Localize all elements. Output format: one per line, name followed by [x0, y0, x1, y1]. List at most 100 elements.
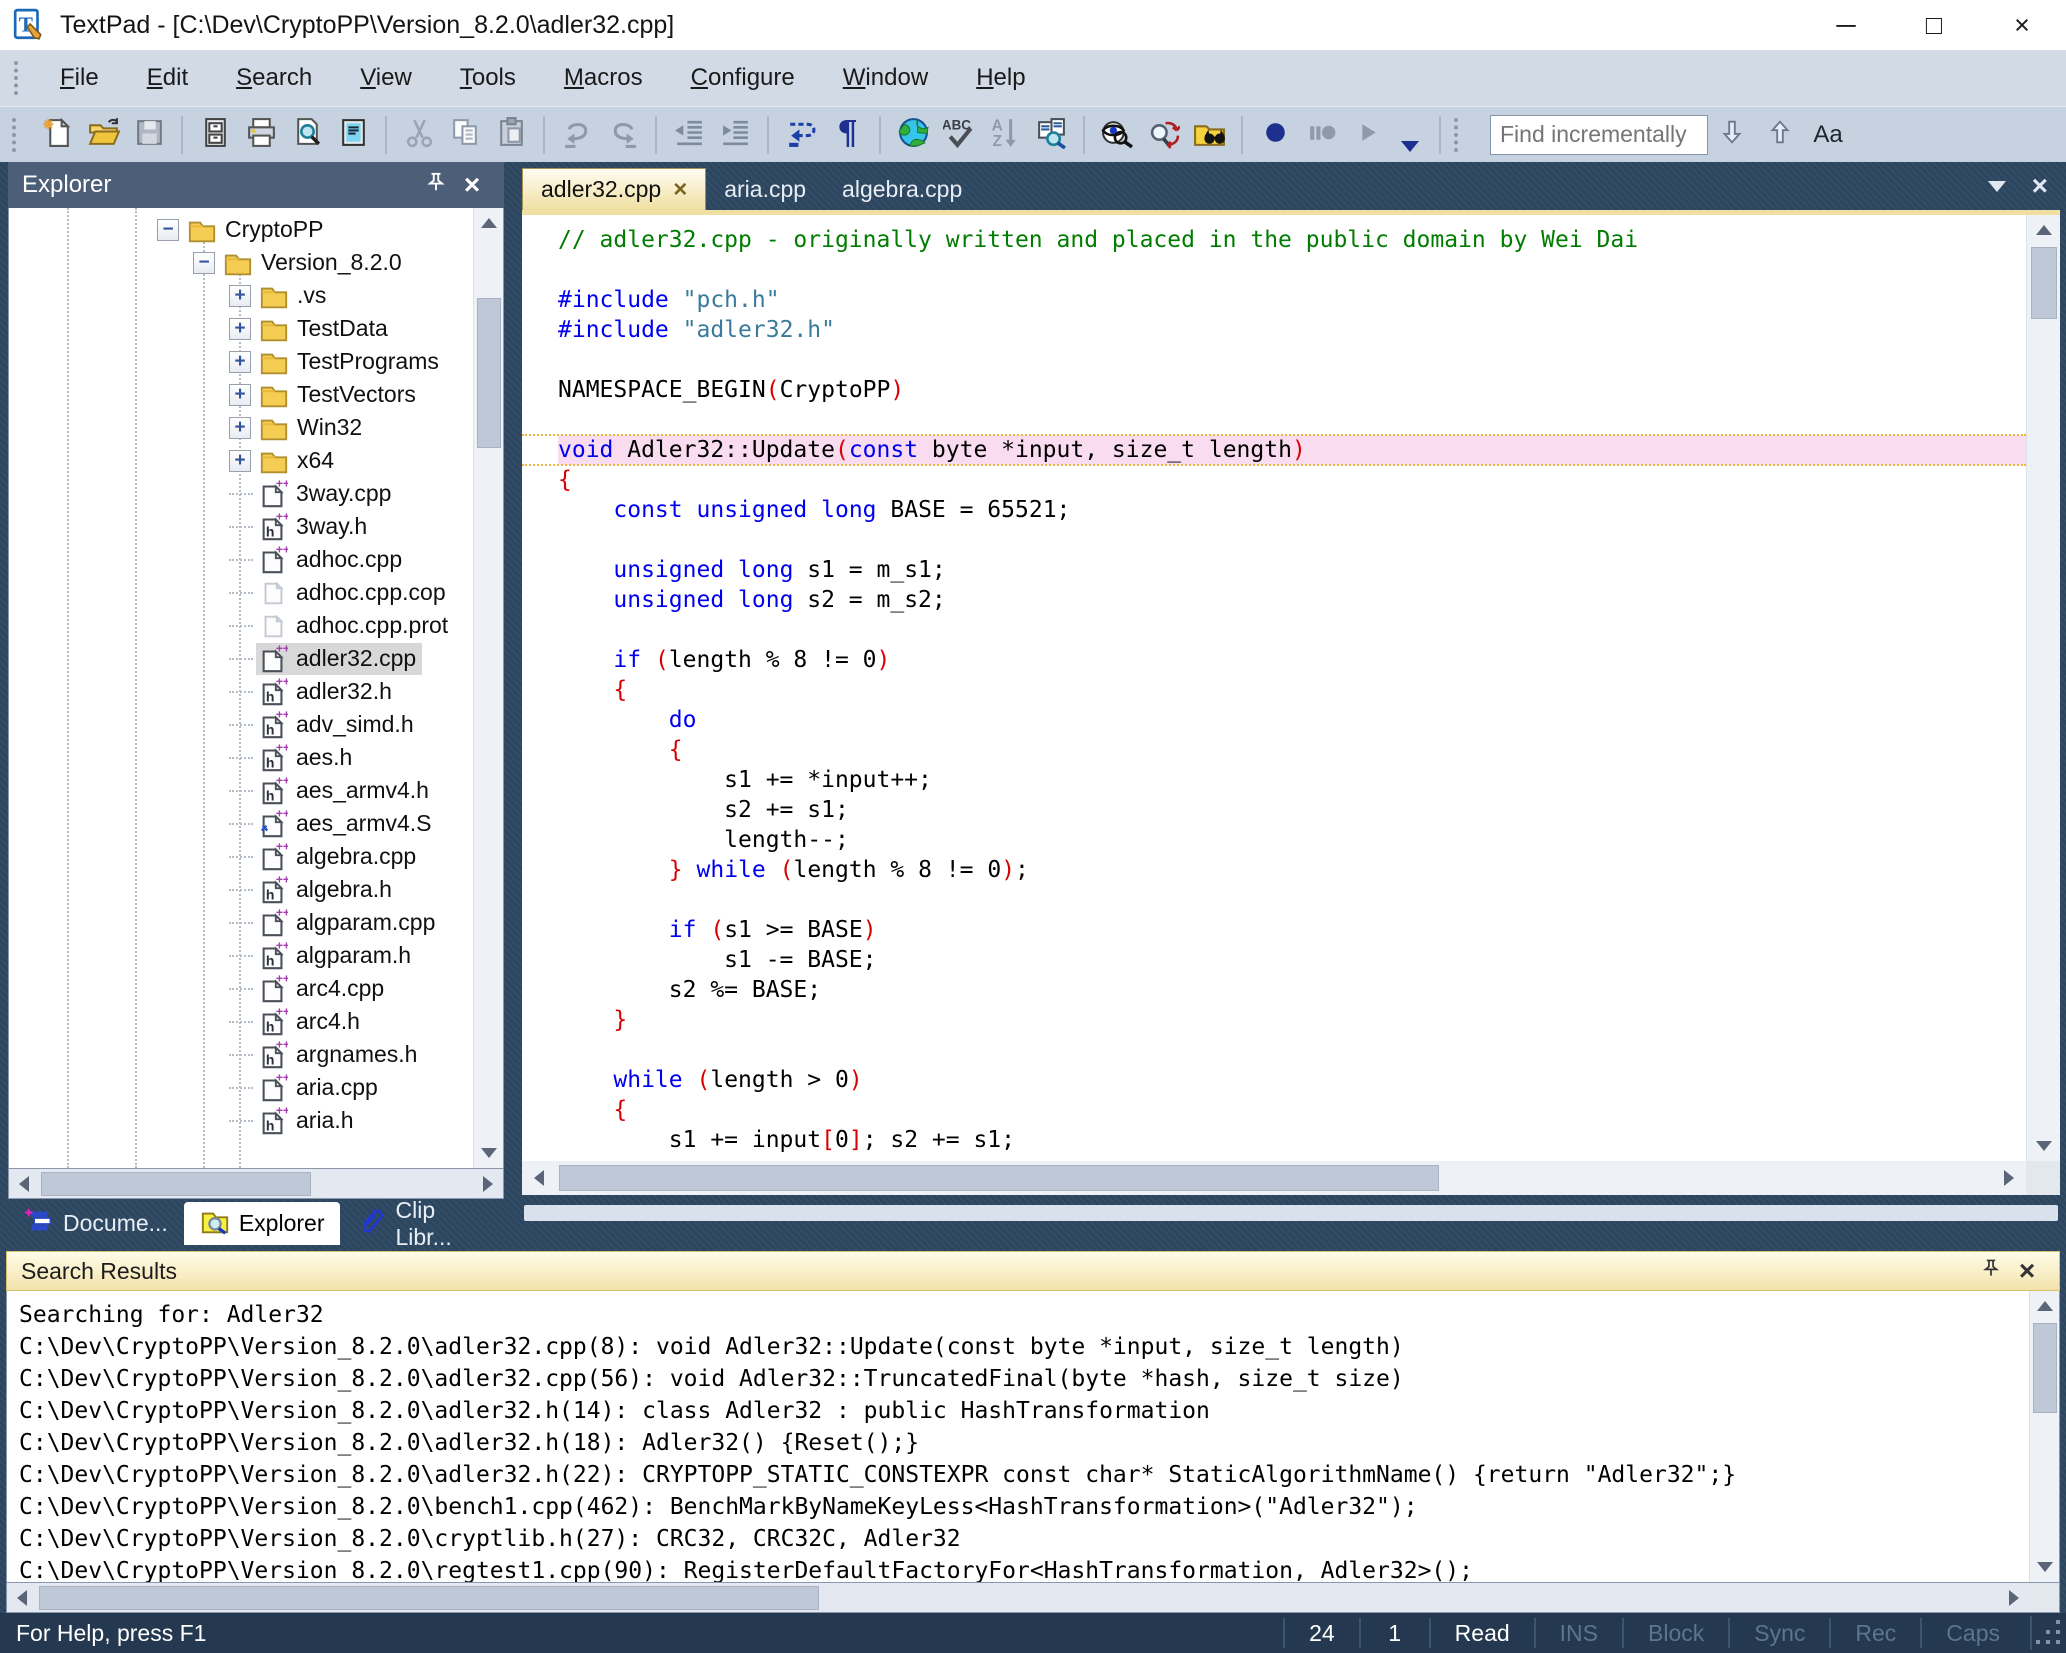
dock-splitter[interactable] — [504, 162, 522, 1245]
find-previous-button[interactable] — [1756, 112, 1804, 158]
tree-scroll-right-button[interactable] — [473, 1169, 503, 1199]
web-browse-button[interactable] — [890, 112, 936, 158]
tree-item-adhoc.cpp.cop[interactable]: adhoc.cpp.cop — [9, 576, 473, 609]
tree-item-Win32[interactable]: + Win32 — [9, 411, 473, 444]
search-results-close-icon[interactable]: × — [2009, 1255, 2045, 1287]
tree-item-algparam.cpp[interactable]: ++ algparam.cpp — [9, 906, 473, 939]
find-in-files-button[interactable] — [1186, 112, 1232, 158]
results-scroll-down-button[interactable] — [2030, 1552, 2059, 1582]
tree-scroll-down-button[interactable] — [474, 1138, 503, 1168]
menu-help[interactable]: Help — [952, 64, 1049, 92]
maximize-button[interactable]: □ — [1890, 0, 1978, 50]
editor-horizontal-scrollbar[interactable] — [522, 1161, 2060, 1195]
minimize-button[interactable]: ─ — [1802, 0, 1890, 50]
tree-item-3way.cpp[interactable]: ++ 3way.cpp — [9, 477, 473, 510]
cut-button[interactable] — [396, 112, 442, 158]
tree-item-aes_armv4.S[interactable]: ++ aes_armv4.S — [9, 807, 473, 840]
results-hscroll-thumb[interactable] — [39, 1585, 819, 1610]
search-result-line[interactable]: Searching for: Adler32 — [19, 1299, 2029, 1331]
tree-item-argnames.h[interactable]: ++h argnames.h — [9, 1038, 473, 1071]
tree-item-adhoc.cpp[interactable]: ++ adhoc.cpp — [9, 543, 473, 576]
print-button[interactable] — [238, 112, 284, 158]
undo-button[interactable] — [554, 112, 600, 158]
tree-horizontal-scrollbar[interactable] — [8, 1169, 504, 1199]
editor-scroll-right-button[interactable] — [1992, 1163, 2026, 1193]
search-result-line[interactable]: C:\Dev\CryptoPP\Version_8.2.0\adler32.cp… — [19, 1331, 2029, 1363]
tree-item-arc4.cpp[interactable]: ++ arc4.cpp — [9, 972, 473, 1005]
search-result-line[interactable]: C:\Dev\CryptoPP\Version_8.2.0\adler32.h(… — [19, 1395, 2029, 1427]
menu-search[interactable]: Search — [212, 64, 336, 92]
find-next-button[interactable] — [1708, 112, 1756, 158]
search-result-line[interactable]: C:\Dev\CryptoPP\Version_8.2.0\cryptlib.h… — [19, 1523, 2029, 1555]
expander-plus-icon[interactable]: + — [229, 284, 251, 307]
menubar-grip[interactable] — [14, 61, 22, 95]
redo-button[interactable] — [600, 112, 646, 158]
results-scroll-thumb[interactable] — [2032, 1323, 2057, 1413]
panel-resize-groove[interactable] — [524, 1205, 2058, 1221]
tab-algebra.cpp[interactable]: algebra.cpp — [824, 168, 980, 210]
search-replace-button[interactable] — [1140, 112, 1186, 158]
tree-hscroll-thumb[interactable] — [41, 1171, 311, 1196]
tree-item-TestData[interactable]: + TestData — [9, 312, 473, 345]
results-scroll-up-button[interactable] — [2030, 1291, 2059, 1321]
tree-scroll-left-button[interactable] — [9, 1169, 39, 1199]
tree-item-adhoc.cpp.prot[interactable]: adhoc.cpp.prot — [9, 609, 473, 642]
tab-close-icon[interactable]: × — [673, 176, 687, 204]
chevron-down-icon[interactable] — [1987, 180, 2006, 192]
editor-hscroll-thumb[interactable] — [559, 1165, 1439, 1191]
expander-plus-icon[interactable]: + — [229, 350, 251, 373]
tree-item-adler32.h[interactable]: ++h adler32.h — [9, 675, 473, 708]
save-button[interactable] — [126, 112, 172, 158]
expander-plus-icon[interactable]: + — [229, 317, 251, 340]
expander-plus-icon[interactable]: + — [229, 416, 251, 439]
tree-item-3way.h[interactable]: ++h 3way.h — [9, 510, 473, 543]
record-macro-button[interactable] — [1252, 112, 1298, 158]
document-view-button[interactable] — [1094, 112, 1140, 158]
file-cabinet-button[interactable] — [192, 112, 238, 158]
search-result-line[interactable]: C:\Dev\CryptoPP\Version_8.2.0\adler32.h(… — [19, 1459, 2029, 1491]
tree-item-aria.h[interactable]: ++h aria.h — [9, 1104, 473, 1137]
tab-adler32.cpp[interactable]: adler32.cpp × — [522, 168, 707, 210]
tree-vertical-scrollbar[interactable] — [473, 208, 503, 1168]
word-wrap-button[interactable] — [778, 112, 824, 158]
panel-tab-explorer[interactable]: Explorer — [183, 1202, 341, 1245]
new-document-button[interactable] — [34, 112, 80, 158]
tree-item-x64[interactable]: + x64 — [9, 444, 473, 477]
results-horizontal-scrollbar[interactable] — [6, 1583, 2060, 1613]
toolbar-grip[interactable] — [12, 117, 20, 152]
expander-plus-icon[interactable]: + — [229, 449, 251, 472]
menu-view[interactable]: View — [336, 64, 436, 92]
menu-edit[interactable]: Edit — [123, 64, 212, 92]
search-result-line[interactable]: C:\Dev\CryptoPP\Version_8.2.0\bench1.cpp… — [19, 1491, 2029, 1523]
results-vertical-scrollbar[interactable] — [2029, 1291, 2059, 1582]
tree-item-.vs[interactable]: + .vs — [9, 279, 473, 312]
menu-macros[interactable]: Macros — [540, 64, 667, 92]
expander-minus-icon[interactable]: − — [193, 251, 215, 274]
search-result-line[interactable]: C:\Dev\CryptoPP\Version_8.2.0\adler32.cp… — [19, 1363, 2029, 1395]
tree-item-algebra.cpp[interactable]: ++ algebra.cpp — [9, 840, 473, 873]
pause-macro-button[interactable] — [1298, 112, 1344, 158]
toolbar-overflow-button[interactable] — [1390, 112, 1430, 158]
tree-item-algparam.h[interactable]: ++h algparam.h — [9, 939, 473, 972]
editor-scroll-down-button[interactable] — [2027, 1131, 2060, 1161]
copy-button[interactable] — [442, 112, 488, 158]
menu-window[interactable]: Window — [819, 64, 952, 92]
paste-button[interactable] — [488, 112, 534, 158]
resize-grip[interactable] — [2030, 1616, 2064, 1650]
close-document-icon[interactable]: × — [2032, 170, 2048, 202]
tree-item-aria.cpp[interactable]: ++ aria.cpp — [9, 1071, 473, 1104]
match-case-button[interactable]: Aa — [1804, 112, 1852, 158]
expander-minus-icon[interactable]: − — [157, 218, 179, 241]
tree-item-aes.h[interactable]: ++h aes.h — [9, 741, 473, 774]
menu-configure[interactable]: Configure — [667, 64, 819, 92]
editor-vertical-scrollbar[interactable] — [2026, 215, 2060, 1161]
tree-item-CryptoPP[interactable]: − CryptoPP — [9, 213, 473, 246]
menu-tools[interactable]: Tools — [436, 64, 540, 92]
tree-item-aes_armv4.h[interactable]: ++h aes_armv4.h — [9, 774, 473, 807]
close-button[interactable]: × — [1978, 0, 2066, 50]
results-scroll-left-button[interactable] — [7, 1583, 37, 1613]
tree-item-TestPrograms[interactable]: + TestPrograms — [9, 345, 473, 378]
spell-check-button[interactable]: ABC — [936, 112, 982, 158]
indent-button[interactable] — [712, 112, 758, 158]
expander-plus-icon[interactable]: + — [229, 383, 251, 406]
